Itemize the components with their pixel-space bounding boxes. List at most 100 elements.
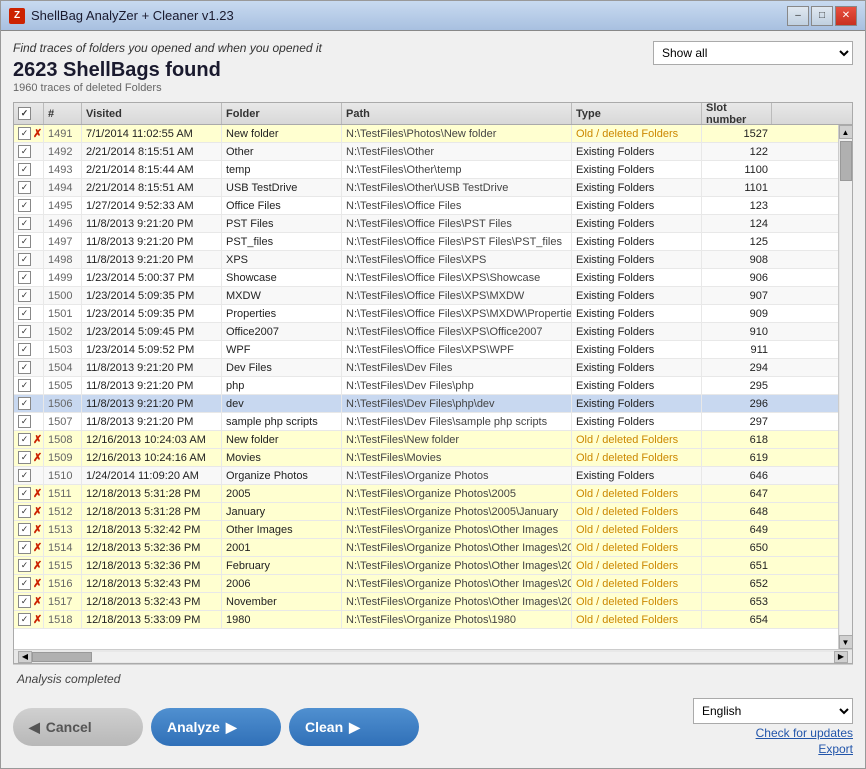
th-visited[interactable]: Visited <box>82 103 222 124</box>
table-row[interactable]: ✓ 1507 11/8/2013 9:21:20 PM sample php s… <box>14 413 838 431</box>
scroll-left-arrow[interactable]: ◀ <box>18 651 32 663</box>
table-row[interactable]: ✓ ✗ 1491 7/1/2014 11:02:55 AM New folder… <box>14 125 838 143</box>
row-checkbox[interactable]: ✓ <box>18 487 31 500</box>
table-row[interactable]: ✓ 1501 1/23/2014 5:09:35 PM Properties N… <box>14 305 838 323</box>
scroll-up-arrow[interactable]: ▲ <box>839 125 853 139</box>
row-check-cell[interactable]: ✓ <box>14 287 44 304</box>
row-check-cell[interactable]: ✓ <box>14 179 44 196</box>
table-row[interactable]: ✓ ✗ 1512 12/18/2013 5:31:28 PM January N… <box>14 503 838 521</box>
row-check-cell[interactable]: ✓ ✗ <box>14 431 44 448</box>
row-check-cell[interactable]: ✓ <box>14 215 44 232</box>
row-check-cell[interactable]: ✓ ✗ <box>14 557 44 574</box>
table-row[interactable]: ✓ 1510 1/24/2014 11:09:20 AM Organize Ph… <box>14 467 838 485</box>
row-check-cell[interactable]: ✓ <box>14 467 44 484</box>
table-row[interactable]: ✓ 1495 1/27/2014 9:52:33 AM Office Files… <box>14 197 838 215</box>
table-row[interactable]: ✓ 1503 1/23/2014 5:09:52 PM WPF N:\TestF… <box>14 341 838 359</box>
row-check-cell[interactable]: ✓ ✗ <box>14 125 44 142</box>
analyze-button[interactable]: Analyze ▶ <box>151 708 281 746</box>
row-checkbox[interactable]: ✓ <box>18 199 31 212</box>
row-check-cell[interactable]: ✓ <box>14 143 44 160</box>
table-row[interactable]: ✓ 1502 1/23/2014 5:09:45 PM Office2007 N… <box>14 323 838 341</box>
row-checkbox[interactable]: ✓ <box>18 163 31 176</box>
row-checkbox[interactable]: ✓ <box>18 415 31 428</box>
row-check-cell[interactable]: ✓ ✗ <box>14 539 44 556</box>
close-button[interactable]: ✕ <box>835 6 857 26</box>
row-check-cell[interactable]: ✓ ✗ <box>14 503 44 520</box>
table-row[interactable]: ✓ 1504 11/8/2013 9:21:20 PM Dev Files N:… <box>14 359 838 377</box>
export-link[interactable]: Export <box>818 742 853 756</box>
table-row[interactable]: ✓ 1492 2/21/2014 8:15:51 AM Other N:\Tes… <box>14 143 838 161</box>
h-scroll-track[interactable] <box>32 652 834 662</box>
row-check-cell[interactable]: ✓ ✗ <box>14 485 44 502</box>
row-check-cell[interactable]: ✓ ✗ <box>14 575 44 592</box>
row-checkbox[interactable]: ✓ <box>18 541 31 554</box>
row-check-cell[interactable]: ✓ <box>14 359 44 376</box>
row-checkbox[interactable]: ✓ <box>18 379 31 392</box>
row-checkbox[interactable]: ✓ <box>18 613 31 626</box>
row-check-cell[interactable]: ✓ ✗ <box>14 611 44 628</box>
check-updates-link[interactable]: Check for updates <box>756 726 853 740</box>
th-type[interactable]: Type <box>572 103 702 124</box>
table-row[interactable]: ✓ 1494 2/21/2014 8:15:51 AM USB TestDriv… <box>14 179 838 197</box>
header-checkbox[interactable]: ✓ <box>18 107 31 120</box>
row-checkbox[interactable]: ✓ <box>18 397 31 410</box>
table-row[interactable]: ✓ 1500 1/23/2014 5:09:35 PM MXDW N:\Test… <box>14 287 838 305</box>
table-row[interactable]: ✓ ✗ 1516 12/18/2013 5:32:43 PM 2006 N:\T… <box>14 575 838 593</box>
filter-select[interactable]: Show all Existing Folders Old / deleted … <box>653 41 853 65</box>
row-checkbox[interactable]: ✓ <box>18 361 31 374</box>
minimize-button[interactable]: – <box>787 6 809 26</box>
th-check[interactable]: ✓ <box>14 103 44 124</box>
row-checkbox[interactable]: ✓ <box>18 307 31 320</box>
row-check-cell[interactable]: ✓ <box>14 269 44 286</box>
row-checkbox[interactable]: ✓ <box>18 559 31 572</box>
row-check-cell[interactable]: ✓ <box>14 197 44 214</box>
row-checkbox[interactable]: ✓ <box>18 271 31 284</box>
row-check-cell[interactable]: ✓ ✗ <box>14 449 44 466</box>
row-checkbox[interactable]: ✓ <box>18 253 31 266</box>
table-row[interactable]: ✓ ✗ 1513 12/18/2013 5:32:42 PM Other Ima… <box>14 521 838 539</box>
row-check-cell[interactable]: ✓ ✗ <box>14 593 44 610</box>
row-checkbox[interactable]: ✓ <box>18 433 31 446</box>
table-row[interactable]: ✓ 1493 2/21/2014 8:15:44 AM temp N:\Test… <box>14 161 838 179</box>
scroll-thumb[interactable] <box>840 141 852 181</box>
row-check-cell[interactable]: ✓ <box>14 395 44 412</box>
row-check-cell[interactable]: ✓ <box>14 341 44 358</box>
th-path[interactable]: Path <box>342 103 572 124</box>
table-row[interactable]: ✓ 1499 1/23/2014 5:00:37 PM Showcase N:\… <box>14 269 838 287</box>
scroll-track[interactable] <box>840 139 852 635</box>
scroll-down-arrow[interactable]: ▼ <box>839 635 853 649</box>
th-folder[interactable]: Folder <box>222 103 342 124</box>
table-row[interactable]: ✓ 1496 11/8/2013 9:21:20 PM PST Files N:… <box>14 215 838 233</box>
row-checkbox[interactable]: ✓ <box>18 595 31 608</box>
row-check-cell[interactable]: ✓ <box>14 161 44 178</box>
row-check-cell[interactable]: ✓ <box>14 377 44 394</box>
row-checkbox[interactable]: ✓ <box>18 523 31 536</box>
row-checkbox[interactable]: ✓ <box>18 217 31 230</box>
clean-button[interactable]: Clean ▶ <box>289 708 419 746</box>
maximize-button[interactable]: □ <box>811 6 833 26</box>
row-checkbox[interactable]: ✓ <box>18 235 31 248</box>
row-check-cell[interactable]: ✓ ✗ <box>14 521 44 538</box>
row-checkbox[interactable]: ✓ <box>18 181 31 194</box>
row-check-cell[interactable]: ✓ <box>14 305 44 322</box>
th-slot[interactable]: Slot number <box>702 103 772 124</box>
row-checkbox[interactable]: ✓ <box>18 451 31 464</box>
row-checkbox[interactable]: ✓ <box>18 145 31 158</box>
row-check-cell[interactable]: ✓ <box>14 413 44 430</box>
table-row[interactable]: ✓ ✗ 1509 12/16/2013 10:24:16 AM Movies N… <box>14 449 838 467</box>
th-number[interactable]: # <box>44 103 82 124</box>
row-checkbox[interactable]: ✓ <box>18 505 31 518</box>
language-select[interactable]: English <box>693 698 853 724</box>
row-checkbox[interactable]: ✓ <box>18 469 31 482</box>
row-checkbox[interactable]: ✓ <box>18 127 31 140</box>
table-row[interactable]: ✓ ✗ 1518 12/18/2013 5:33:09 PM 1980 N:\T… <box>14 611 838 629</box>
row-checkbox[interactable]: ✓ <box>18 325 31 338</box>
table-row[interactable]: ✓ ✗ 1515 12/18/2013 5:32:36 PM February … <box>14 557 838 575</box>
row-checkbox[interactable]: ✓ <box>18 577 31 590</box>
table-row[interactable]: ✓ ✗ 1511 12/18/2013 5:31:28 PM 2005 N:\T… <box>14 485 838 503</box>
cancel-button[interactable]: ◀ Cancel <box>13 708 143 746</box>
table-row[interactable]: ✓ 1505 11/8/2013 9:21:20 PM php N:\TestF… <box>14 377 838 395</box>
horizontal-scrollbar[interactable]: ◀ ▶ <box>14 649 852 663</box>
row-checkbox[interactable]: ✓ <box>18 343 31 356</box>
table-row[interactable]: ✓ ✗ 1517 12/18/2013 5:32:43 PM November … <box>14 593 838 611</box>
